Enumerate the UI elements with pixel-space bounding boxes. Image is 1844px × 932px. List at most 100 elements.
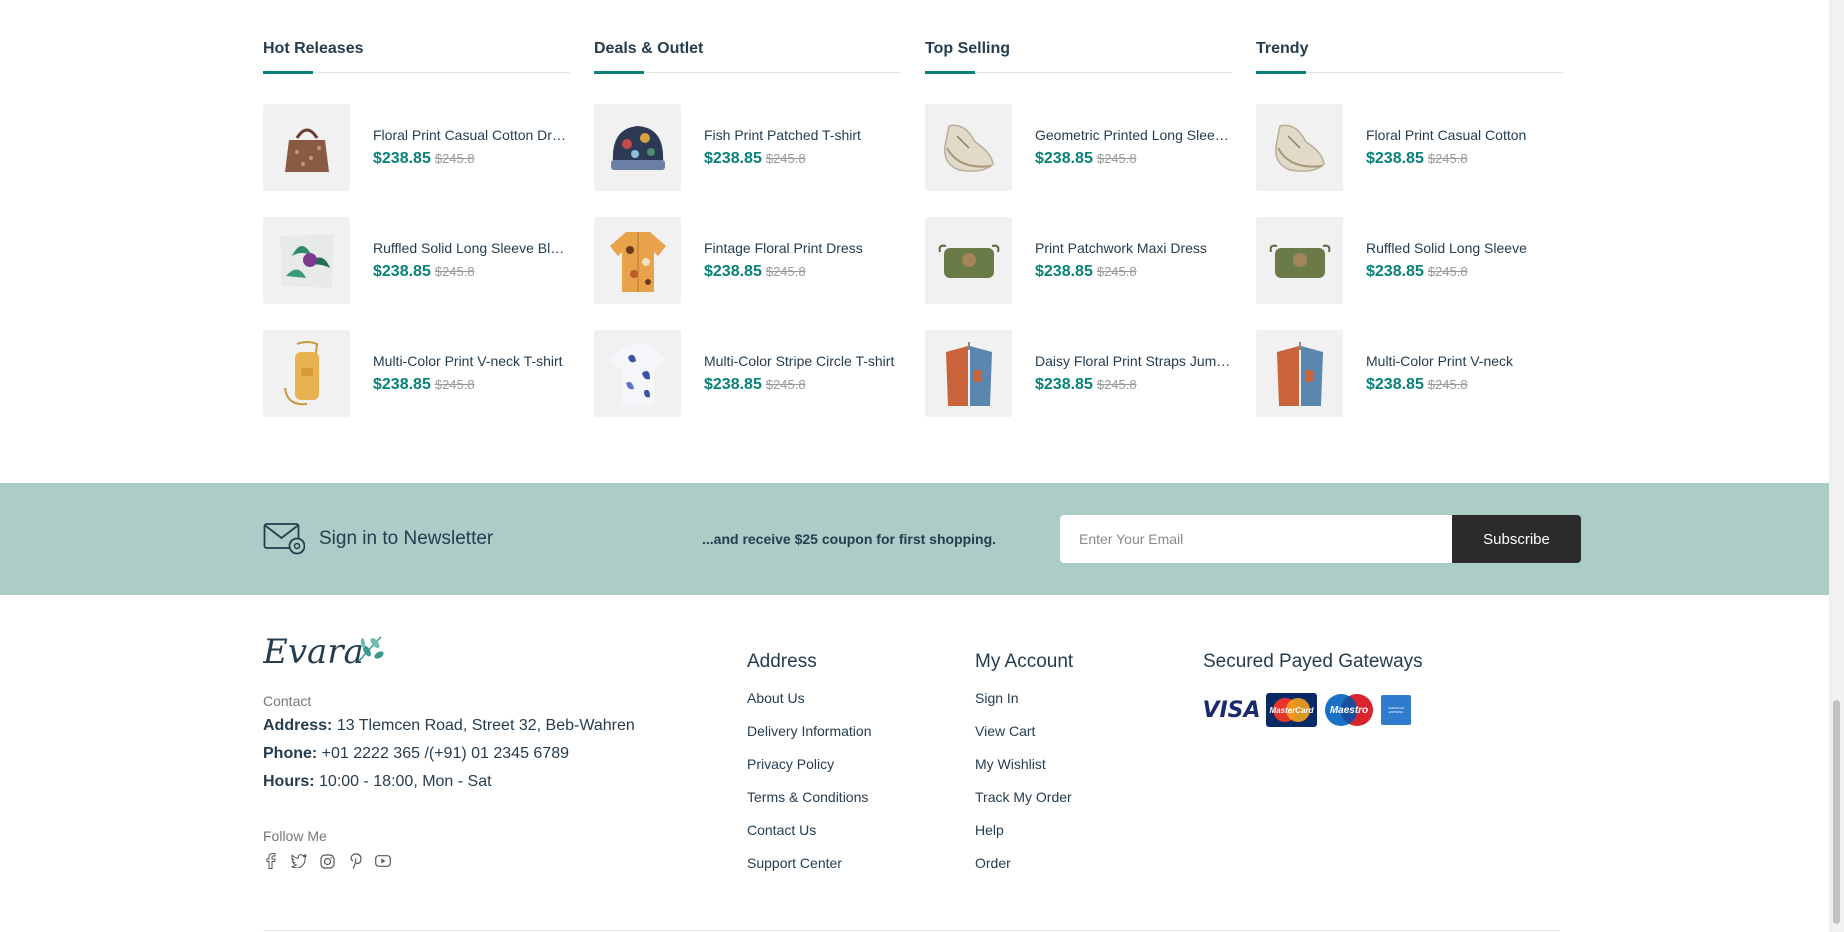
- email-input[interactable]: [1060, 515, 1452, 563]
- product-thumbnail[interactable]: [925, 104, 1012, 191]
- column-top-selling: Top Selling Geometric Printed Long Sleev…: [925, 0, 1232, 470]
- product-item[interactable]: Multi-Color Print V-neck $238.85 $245.8: [1256, 330, 1563, 417]
- column-header: Deals & Outlet: [594, 0, 901, 74]
- product-item[interactable]: Multi-Color Print V-neck T-shirt $238.85…: [263, 330, 570, 417]
- hours-value: 10:00 - 18:00, Mon - Sat: [319, 773, 492, 790]
- address-value: 13 Tlemcen Road, Street 32, Beb-Wahren: [336, 717, 635, 734]
- footer-link-terms-conditions[interactable]: Terms & Conditions: [747, 789, 872, 822]
- footer-link-support-center[interactable]: Support Center: [747, 855, 872, 888]
- address-line: Address: 13 Tlemcen Road, Street 32, Beb…: [263, 717, 635, 735]
- product-old-price: $245.8: [1096, 377, 1137, 392]
- hours-line: Hours: 10:00 - 18:00, Mon - Sat: [263, 773, 492, 791]
- product-item[interactable]: Daisy Floral Print Straps Jumpsuit $238.…: [925, 330, 1232, 417]
- column-title: Trendy: [1256, 40, 1309, 57]
- product-item[interactable]: Floral Print Casual Cotton $238.85 $245.8: [1256, 104, 1563, 191]
- instagram-icon[interactable]: [319, 853, 335, 869]
- product-price: $238.85: [1366, 376, 1424, 393]
- product-title[interactable]: Fintage Floral Print Dress: [704, 240, 901, 256]
- product-item[interactable]: Fish Print Patched T-shirt $238.85 $245.8: [594, 104, 901, 191]
- contact-label: Contact: [263, 693, 312, 709]
- footer-link-contact-us[interactable]: Contact Us: [747, 822, 872, 855]
- product-title[interactable]: Floral Print Casual Cotton Dress: [373, 127, 570, 143]
- column-deals-outlet: Deals & Outlet Fish Print Patched T-shir…: [594, 0, 901, 470]
- payment-cards: VISA MasterCard Maestro AMERICAN EXPRESS: [1202, 693, 1411, 727]
- mail-at-icon: [263, 521, 306, 560]
- pinterest-icon[interactable]: [347, 853, 363, 869]
- product-item[interactable]: Fintage Floral Print Dress $238.85 $245.8: [594, 217, 901, 304]
- column-header: Top Selling: [925, 0, 1232, 74]
- column-title: Top Selling: [925, 40, 1011, 57]
- account-column-title: My Account: [975, 651, 1074, 672]
- brand-logo[interactable]: Evara: [262, 631, 385, 676]
- page-scrollbar[interactable]: [1829, 0, 1844, 932]
- product-item[interactable]: Multi-Color Stripe Circle T-shirt $238.8…: [594, 330, 901, 417]
- footer-link-track-my-order[interactable]: Track My Order: [975, 789, 1073, 822]
- product-thumbnail[interactable]: [925, 217, 1012, 304]
- product-thumbnail[interactable]: [1256, 217, 1343, 304]
- product-old-price: $245.8: [765, 377, 806, 392]
- product-title[interactable]: Daisy Floral Print Straps Jumpsuit: [1035, 353, 1232, 369]
- product-thumbnail[interactable]: [594, 330, 681, 417]
- product-title[interactable]: Fish Print Patched T-shirt: [704, 127, 901, 143]
- product-thumbnail[interactable]: [263, 217, 350, 304]
- follow-label: Follow Me: [263, 828, 327, 844]
- product-old-price: $245.8: [434, 151, 475, 166]
- product-thumbnail[interactable]: [594, 104, 681, 191]
- product-old-price: $245.8: [765, 264, 806, 279]
- product-old-price: $245.8: [434, 264, 475, 279]
- product-item[interactable]: Floral Print Casual Cotton Dress $238.85…: [263, 104, 570, 191]
- facebook-icon[interactable]: [263, 853, 279, 869]
- footer-link-view-cart[interactable]: View Cart: [975, 723, 1073, 756]
- footer-link-help[interactable]: Help: [975, 822, 1073, 855]
- hours-label: Hours:: [263, 773, 315, 790]
- product-title[interactable]: Multi-Color Stripe Circle T-shirt: [704, 353, 901, 369]
- product-title[interactable]: Ruffled Solid Long Sleeve Blouse: [373, 240, 570, 256]
- footer-link-my-wishlist[interactable]: My Wishlist: [975, 756, 1073, 789]
- product-thumbnail[interactable]: [925, 330, 1012, 417]
- product-thumbnail[interactable]: [1256, 330, 1343, 417]
- product-thumbnail[interactable]: [263, 104, 350, 191]
- footer-link-sign-in[interactable]: Sign In: [975, 690, 1073, 723]
- footer-link-order[interactable]: Order: [975, 855, 1073, 888]
- product-item[interactable]: Ruffled Solid Long Sleeve $238.85 $245.8: [1256, 217, 1563, 304]
- scrollbar-thumb[interactable]: [1833, 700, 1840, 924]
- product-item[interactable]: Ruffled Solid Long Sleeve Blouse $238.85…: [263, 217, 570, 304]
- product-item[interactable]: Geometric Printed Long Sleeve Blouse $23…: [925, 104, 1232, 191]
- footer-link-privacy-policy[interactable]: Privacy Policy: [747, 756, 872, 789]
- footer: Evara Contact Address: 13 Tlemcen Road, …: [262, 595, 1560, 932]
- maestro-icon: Maestro: [1323, 693, 1375, 727]
- product-old-price: $245.8: [1427, 151, 1468, 166]
- payments-title: Secured Payed Gateways: [1203, 651, 1423, 672]
- newsletter-banner: Sign in to Newsletter ...and receive $25…: [0, 483, 1829, 595]
- column-title: Deals & Outlet: [594, 40, 704, 57]
- product-title[interactable]: Ruffled Solid Long Sleeve: [1366, 240, 1563, 256]
- visa-card-icon: VISA: [1202, 693, 1261, 727]
- footer-link-about-us[interactable]: About Us: [747, 690, 872, 723]
- product-title[interactable]: Multi-Color Print V-neck T-shirt: [373, 353, 570, 369]
- phone-label: Phone:: [263, 745, 318, 762]
- product-price: $238.85: [1366, 263, 1424, 280]
- address-label: Address:: [263, 717, 333, 734]
- product-thumbnail[interactable]: [594, 217, 681, 304]
- youtube-icon[interactable]: [375, 853, 391, 869]
- product-thumbnail[interactable]: [263, 330, 350, 417]
- product-title[interactable]: Print Patchwork Maxi Dress: [1035, 240, 1232, 256]
- footer-link-delivery-information[interactable]: Delivery Information: [747, 723, 872, 756]
- address-column-title: Address: [747, 651, 817, 672]
- product-title[interactable]: Multi-Color Print V-neck: [1366, 353, 1563, 369]
- product-title[interactable]: Floral Print Casual Cotton: [1366, 127, 1563, 143]
- newsletter-title: Sign in to Newsletter: [319, 528, 494, 549]
- title-underline: [263, 71, 313, 74]
- subscribe-button[interactable]: Subscribe: [1452, 515, 1581, 563]
- american-express-icon: AMERICAN EXPRESS: [1381, 695, 1411, 725]
- twitter-icon[interactable]: [291, 853, 307, 869]
- title-underline: [925, 71, 975, 74]
- product-old-price: $245.8: [434, 377, 475, 392]
- column-hot-releases: Hot Releases Floral Print Casual Cotton …: [263, 0, 570, 470]
- product-item[interactable]: Print Patchwork Maxi Dress $238.85 $245.8: [925, 217, 1232, 304]
- product-thumbnail[interactable]: [1256, 104, 1343, 191]
- phone-line: Phone: +01 2222 365 /(+91) 01 2345 6789: [263, 745, 569, 763]
- address-links-column: Address About Us Delivery Information Pr…: [747, 651, 872, 888]
- product-title[interactable]: Geometric Printed Long Sleeve Blouse: [1035, 127, 1232, 143]
- product-price: $238.85: [1366, 150, 1424, 167]
